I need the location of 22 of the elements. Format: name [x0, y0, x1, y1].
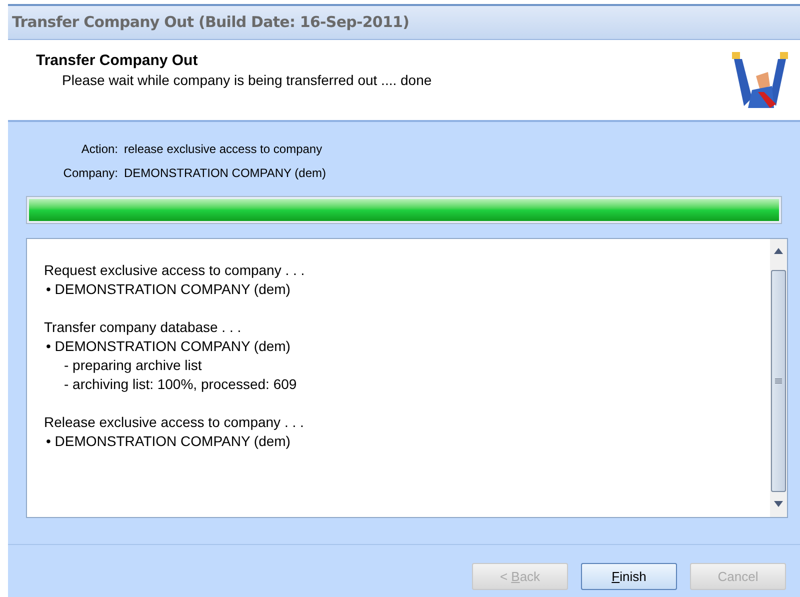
cheering-person-icon — [730, 50, 790, 110]
header-subtitle: Please wait while company is being transferred out .... done — [61, 71, 432, 90]
log-line: - archiving list: 100%, processed: 609 — [63, 375, 298, 394]
header-title: Transfer Company Out — [36, 52, 199, 70]
log-line: Request exclusive access to company . . . — [44, 261, 306, 280]
dialog-button[interactable]: Finish — [581, 563, 677, 590]
field-value: release exclusive access to company — [124, 141, 322, 158]
log-line: • DEMONSTRATION COMPANY (dem) — [45, 432, 292, 451]
log-line: • DEMONSTRATION COMPANY (dem) — [45, 280, 292, 299]
log-line: - preparing archive list — [63, 356, 203, 375]
scroll-thumb[interactable] — [771, 270, 786, 492]
log-line: Transfer company database . . . — [44, 318, 242, 337]
scrollbar[interactable] — [770, 239, 787, 517]
window-title: Transfer Company Out (Build Date: 16-Sep-2011) — [12, 12, 410, 34]
field-value: DEMONSTRATION COMPANY (dem) — [124, 165, 326, 182]
field-label: Action: — [80, 141, 118, 158]
log-line: • DEMONSTRATION COMPANY (dem) — [45, 337, 292, 356]
scroll-down-icon[interactable] — [774, 501, 783, 507]
log-line: Release exclusive access to company . . . — [44, 413, 305, 432]
field-label: Company: — [62, 165, 118, 182]
scroll-up-icon[interactable] — [774, 248, 783, 254]
grip-icon — [775, 378, 782, 384]
